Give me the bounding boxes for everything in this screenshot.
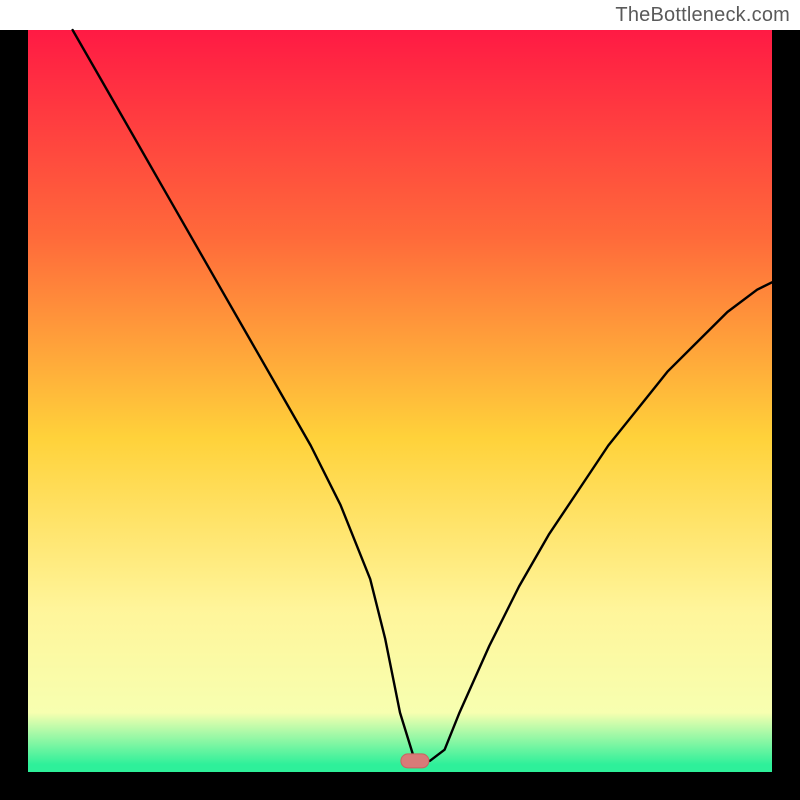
plot-area <box>0 30 800 800</box>
gradient-background <box>28 30 772 772</box>
watermark-text: TheBottleneck.com <box>615 4 790 27</box>
bottleneck-chart <box>0 0 800 800</box>
chart-container: TheBottleneck.com <box>0 0 800 800</box>
optimal-point-marker <box>401 754 429 768</box>
